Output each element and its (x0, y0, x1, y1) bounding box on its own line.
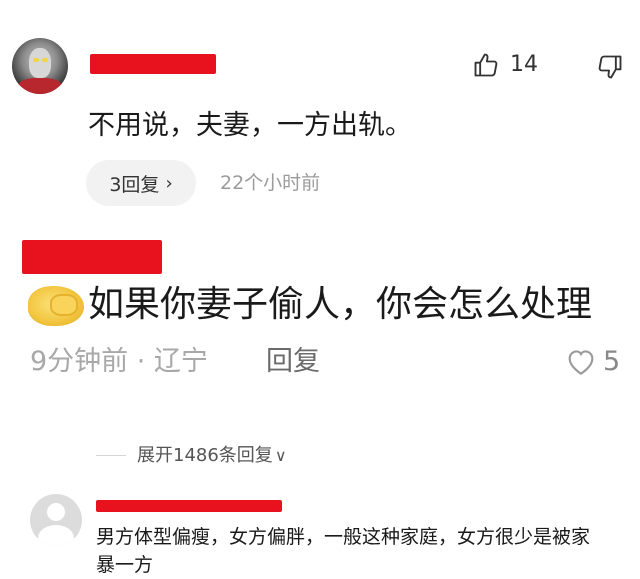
reply-count-label: 3回复 (109, 173, 160, 196)
like-count: 14 (510, 52, 538, 77)
reply-text: 男方体型偏瘦，女方偏胖，一般这种家庭，女方很少是被家暴一方 (96, 526, 591, 576)
chevron-right-icon: › (165, 172, 173, 194)
reply-button[interactable]: 回复 (266, 344, 320, 380)
expand-replies-button[interactable]: 展开1486条回复 ∨ (137, 443, 287, 469)
like-count: 5 (603, 346, 621, 377)
emoji-hand (50, 294, 78, 316)
expand-replies-label: 展开1486条回复 (137, 445, 273, 466)
avatar-eye (33, 58, 39, 62)
avatar-face (29, 48, 51, 78)
avatar-eye (42, 58, 48, 62)
thumbs-up-icon[interactable] (472, 51, 500, 79)
avatar[interactable] (12, 38, 68, 94)
username-redacted[interactable] (22, 240, 162, 274)
default-avatar-icon[interactable] (30, 494, 82, 546)
chevron-down-icon: ∨ (274, 446, 287, 465)
divider (96, 455, 126, 456)
comment-text: 如果你妻子偷人，你会怎么处理 (88, 284, 593, 325)
username-redacted[interactable] (96, 500, 282, 512)
avatar-head (47, 503, 65, 521)
avatar-body (38, 525, 74, 546)
emoji-icon (28, 286, 84, 326)
comment-text: 不用说，夫妻，一方出轨。 (88, 110, 412, 141)
avatar-suit (18, 78, 62, 94)
comment-time: 22个小时前 (220, 172, 321, 194)
username-redacted[interactable] (90, 54, 216, 74)
view-replies-button[interactable]: 3回复 › (86, 160, 196, 206)
thumbs-down-icon[interactable] (596, 53, 624, 81)
comment-meta: 9分钟前 · 辽宁 (30, 346, 208, 377)
heart-icon[interactable] (565, 346, 597, 376)
